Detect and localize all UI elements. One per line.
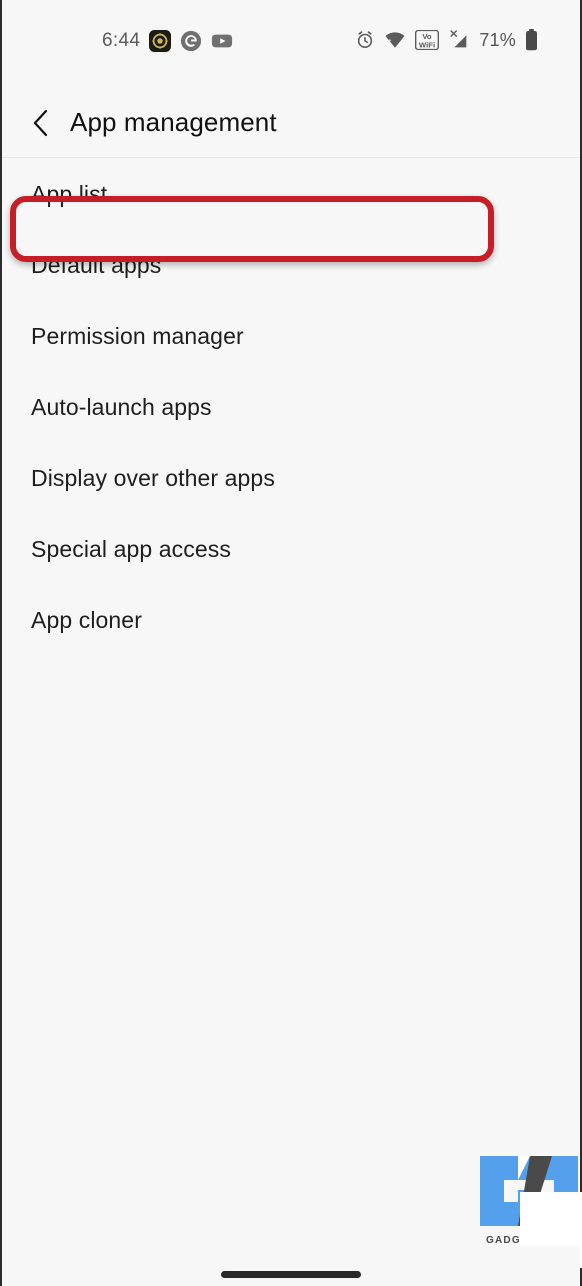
gesture-home-pill[interactable] — [221, 1271, 361, 1278]
list-item-label: Default apps — [31, 252, 162, 278]
page-header: App management — [2, 88, 580, 158]
app-notification-icon — [149, 30, 172, 52]
list-item-label: Display over other apps — [31, 465, 275, 491]
google-icon — [180, 30, 202, 52]
chevron-left-icon — [33, 109, 48, 136]
phone-screen: 6:44 Vo WiFi 71% App management App list… — [0, 0, 582, 1286]
back-button[interactable] — [20, 102, 62, 144]
svg-text:WiFi: WiFi — [419, 40, 435, 49]
list-item-label: App list — [31, 181, 108, 207]
status-bar-left: 6:44 — [102, 30, 233, 52]
status-bar-clock: 6:44 — [102, 30, 141, 51]
list-item-label: Auto-launch apps — [31, 394, 212, 420]
list-item-permission-manager[interactable]: Permission manager — [2, 301, 580, 372]
list-item-app-cloner[interactable]: App cloner — [2, 585, 580, 656]
list-item-auto-launch-apps[interactable]: Auto-launch apps — [2, 372, 580, 443]
cellular-signal-icon — [448, 29, 470, 51]
settings-list: App list Default apps Permission manager… — [2, 159, 580, 1286]
status-bar: 6:44 Vo WiFi 71% — [2, 0, 580, 88]
battery-percentage: 71% — [479, 29, 516, 50]
wifi-icon — [384, 30, 406, 50]
status-bar-right: Vo WiFi 71% — [355, 29, 538, 51]
vowifi-icon: Vo WiFi — [415, 30, 440, 50]
list-item-label: Special app access — [31, 536, 231, 562]
youtube-icon — [211, 30, 233, 52]
list-item-app-list[interactable]: App list — [2, 159, 580, 230]
list-item-default-apps[interactable]: Default apps — [2, 230, 580, 301]
page-title: App management — [70, 107, 277, 137]
battery-icon — [525, 29, 538, 51]
list-item-label: App cloner — [31, 607, 142, 633]
list-item-display-over-other-apps[interactable]: Display over other apps — [2, 443, 580, 514]
alarm-clock-icon — [355, 30, 375, 50]
list-item-label: Permission manager — [31, 323, 244, 349]
navigation-bar — [2, 1246, 580, 1286]
list-item-special-app-access[interactable]: Special app access — [2, 514, 580, 585]
